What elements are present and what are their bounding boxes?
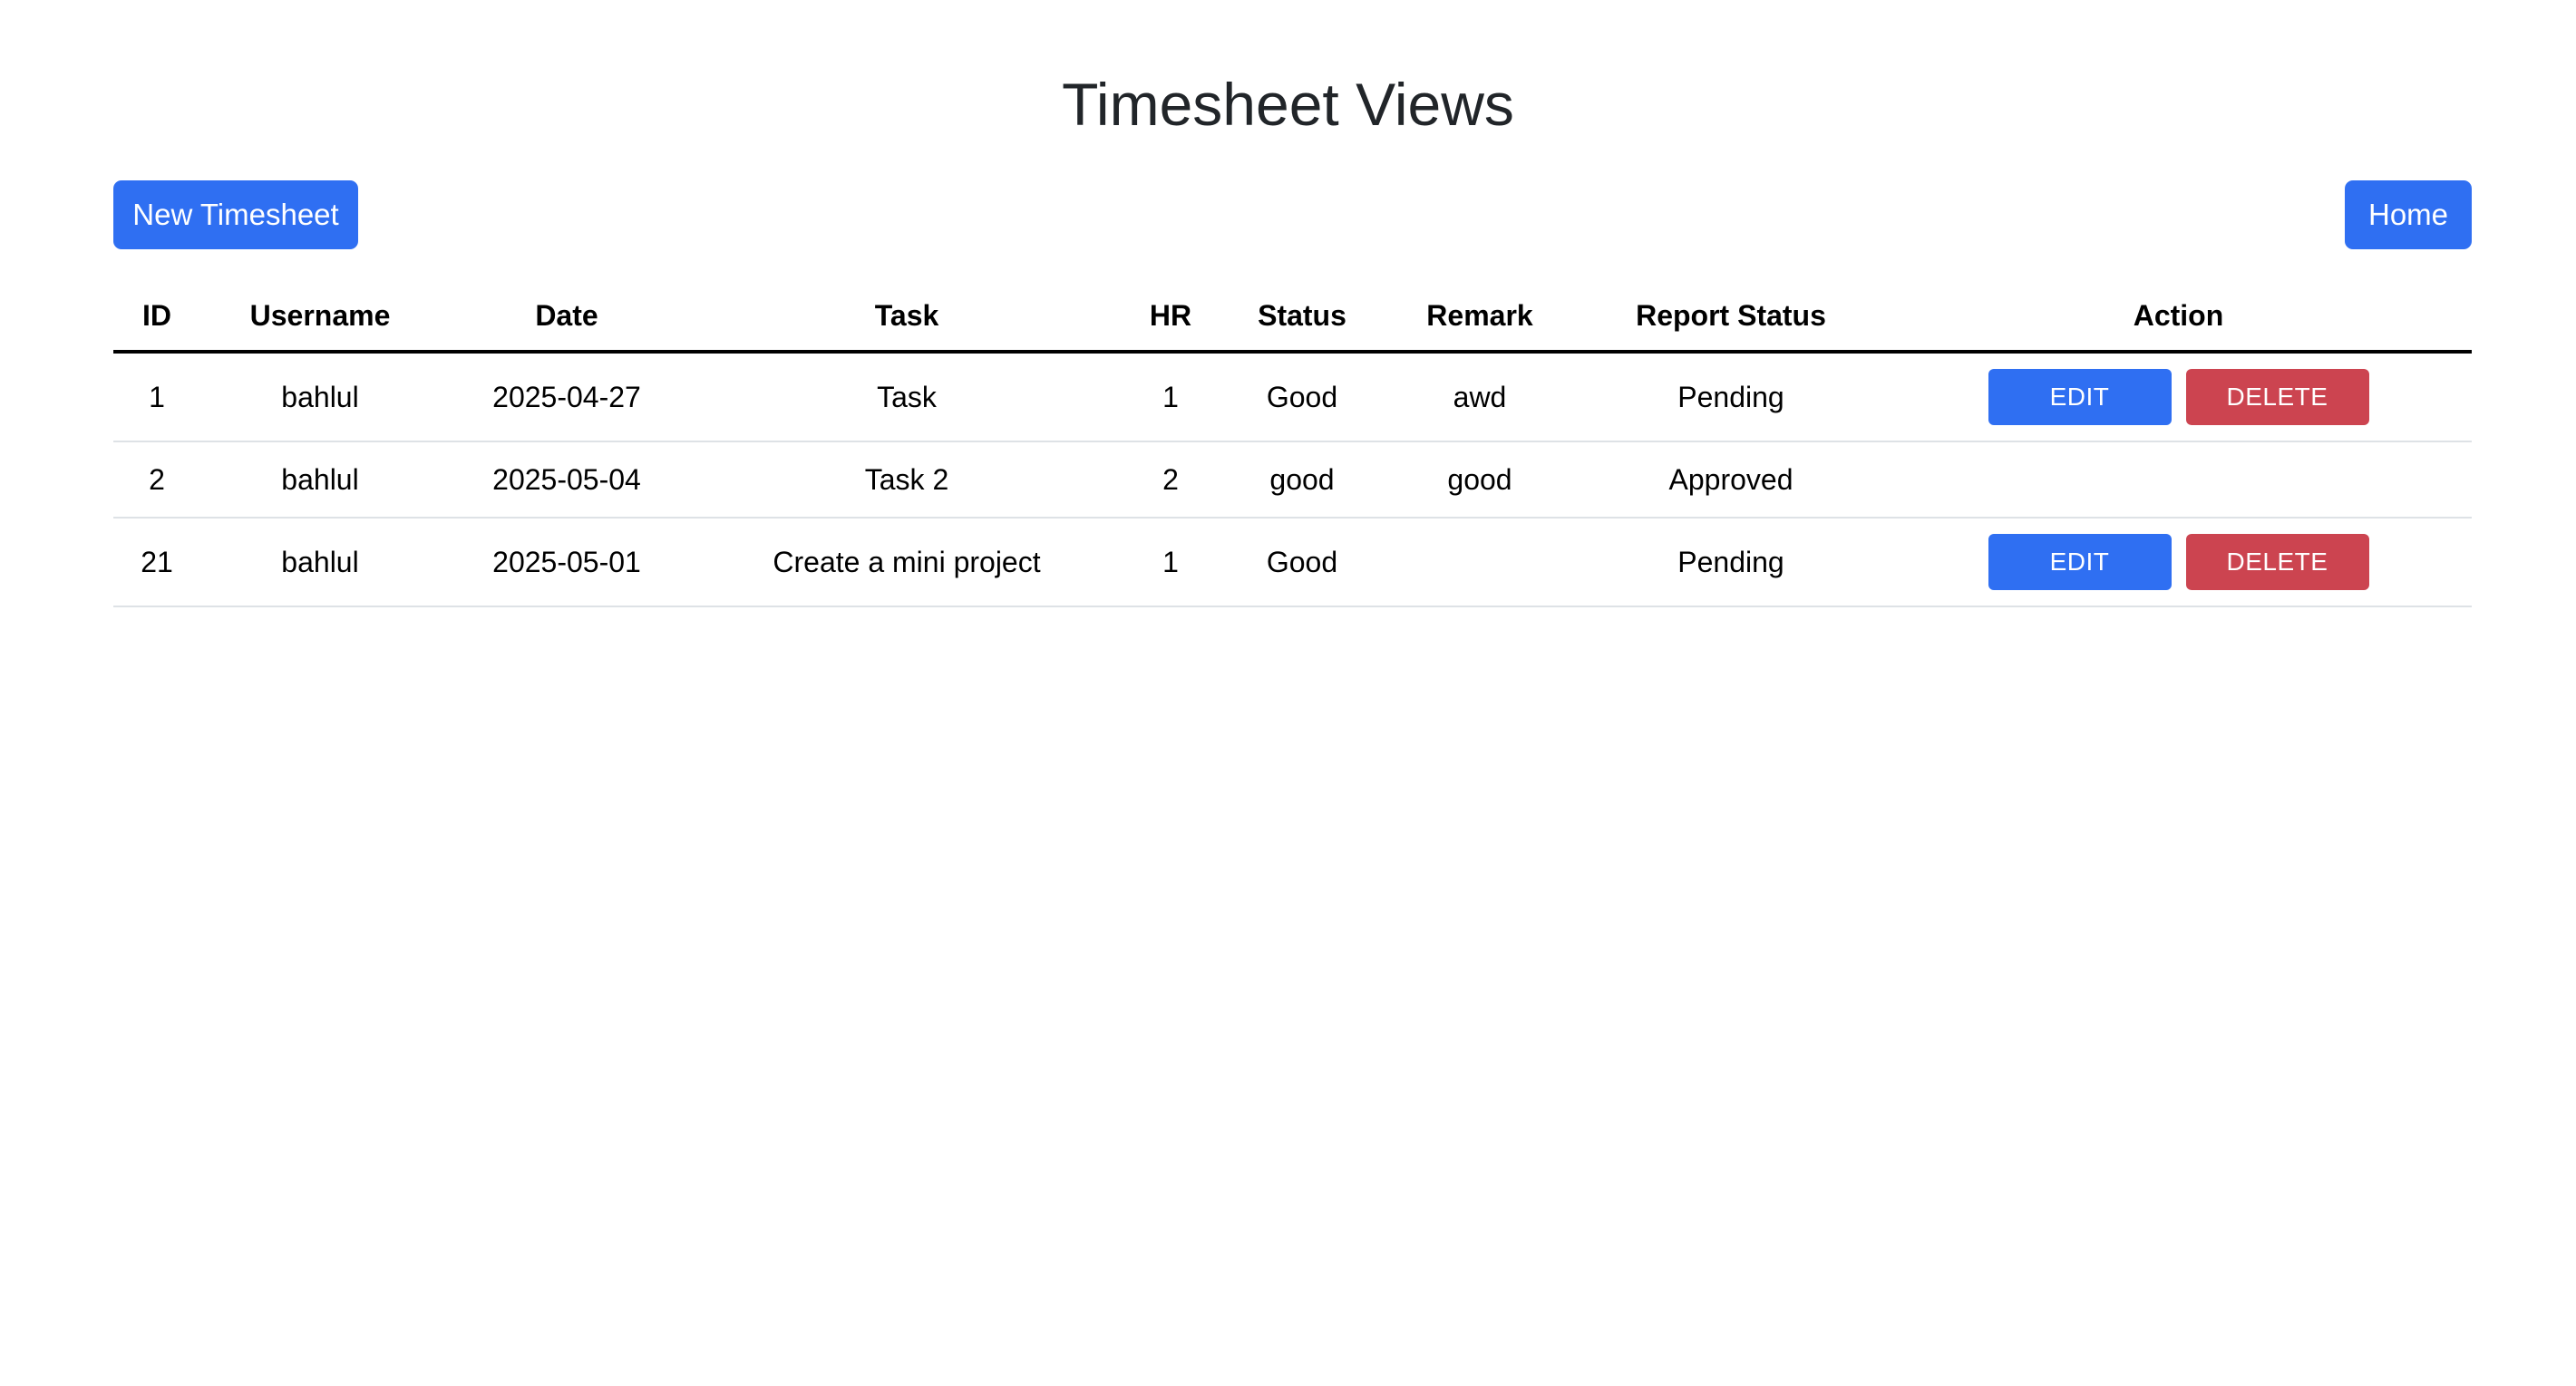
cell-id: 1 bbox=[113, 352, 200, 442]
cell-date: 2025-05-01 bbox=[440, 518, 694, 607]
table-row: 1 bahlul 2025-04-27 Task 1 Good awd Pend… bbox=[113, 352, 2472, 442]
cell-remark: good bbox=[1383, 441, 1577, 519]
cell-id: 21 bbox=[113, 518, 200, 607]
delete-button[interactable]: DELETE bbox=[2185, 369, 2369, 425]
cell-report-status: Pending bbox=[1577, 352, 1885, 442]
cell-action: EDIT DELETE bbox=[1885, 518, 2472, 607]
cell-id: 2 bbox=[113, 441, 200, 519]
cell-report-status: Pending bbox=[1577, 518, 1885, 607]
column-header-hr: HR bbox=[1120, 281, 1221, 354]
column-header-task: Task bbox=[694, 281, 1120, 354]
timesheet-table: ID Username Date Task HR Status Remark R… bbox=[113, 281, 2472, 607]
cell-username: bahlul bbox=[200, 352, 440, 442]
cell-status: good bbox=[1221, 441, 1383, 519]
column-header-date: Date bbox=[440, 281, 694, 354]
page-title: Timesheet Views bbox=[1062, 71, 1514, 138]
column-header-username: Username bbox=[200, 281, 440, 354]
column-header-action: Action bbox=[1885, 281, 2472, 354]
cell-username: bahlul bbox=[200, 441, 440, 519]
cell-task: Task 2 bbox=[694, 441, 1120, 519]
edit-button[interactable]: EDIT bbox=[1988, 369, 2172, 425]
edit-button[interactable]: EDIT bbox=[1988, 534, 2172, 590]
table-row: 21 bahlul 2025-05-01 Create a mini proje… bbox=[113, 518, 2472, 607]
cell-hr: 1 bbox=[1120, 518, 1221, 607]
new-timesheet-button[interactable]: New Timesheet bbox=[113, 180, 358, 249]
timesheet-page: Timesheet Views New Timesheet Home ID Us… bbox=[0, 0, 2576, 1386]
table-row: 2 bahlul 2025-05-04 Task 2 2 good good A… bbox=[113, 441, 2472, 519]
cell-hr: 2 bbox=[1120, 441, 1221, 519]
cell-task: Create a mini project bbox=[694, 518, 1120, 607]
cell-remark: awd bbox=[1383, 352, 1577, 442]
column-header-remark: Remark bbox=[1383, 281, 1577, 354]
cell-action: EDIT DELETE bbox=[1885, 352, 2472, 442]
row-actions: EDIT DELETE bbox=[1988, 369, 2369, 425]
column-header-report-status: Report Status bbox=[1577, 281, 1885, 354]
row-actions: EDIT DELETE bbox=[1988, 534, 2369, 590]
delete-button[interactable]: DELETE bbox=[2185, 534, 2369, 590]
column-header-status: Status bbox=[1221, 281, 1383, 354]
home-button[interactable]: Home bbox=[2345, 180, 2472, 249]
cell-report-status: Approved bbox=[1577, 441, 1885, 519]
column-header-id: ID bbox=[113, 281, 200, 354]
cell-status: Good bbox=[1221, 518, 1383, 607]
cell-date: 2025-05-04 bbox=[440, 441, 694, 519]
cell-action bbox=[1885, 441, 2472, 519]
cell-username: bahlul bbox=[200, 518, 440, 607]
cell-hr: 1 bbox=[1120, 352, 1221, 442]
cell-date: 2025-04-27 bbox=[440, 352, 694, 442]
cell-task: Task bbox=[694, 352, 1120, 442]
cell-status: Good bbox=[1221, 352, 1383, 442]
cell-remark bbox=[1383, 518, 1577, 607]
timesheet-table-container: ID Username Date Task HR Status Remark R… bbox=[113, 281, 2472, 607]
table-header-row: ID Username Date Task HR Status Remark R… bbox=[113, 281, 2472, 354]
